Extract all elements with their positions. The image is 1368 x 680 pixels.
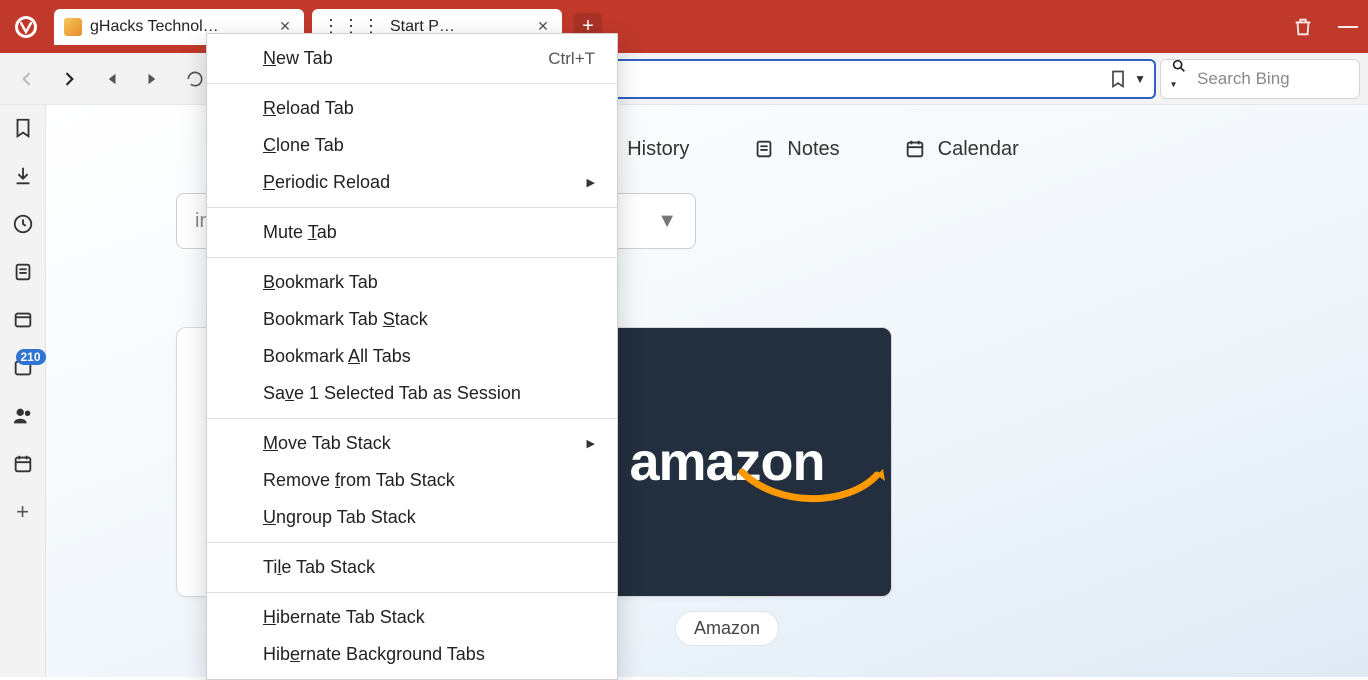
menu-ungroup-stack[interactable]: Ungroup Tab Stack — [207, 499, 617, 536]
nav-calendar[interactable]: Calendar — [904, 138, 1019, 161]
vivaldi-icon — [14, 15, 38, 39]
side-panel: + — [0, 105, 46, 677]
chevron-down-icon[interactable]: ▼ — [1134, 72, 1146, 86]
history-panel-icon[interactable] — [10, 211, 36, 237]
menu-clone-tab[interactable]: Clone Tab — [207, 127, 617, 164]
chevron-down-icon[interactable]: ▼ — [657, 210, 677, 233]
window-panel-icon[interactable] — [10, 307, 36, 333]
menu-bookmark-stack[interactable]: Bookmark Tab Stack — [207, 301, 617, 338]
menu-periodic-reload[interactable]: Periodic Reload — [207, 164, 617, 201]
nav-label: Calendar — [938, 138, 1019, 161]
search-engine-box[interactable]: ▾ Search Bing — [1160, 59, 1360, 99]
amazon-logo: amazon — [629, 431, 824, 493]
menu-tile-stack[interactable]: Tile Tab Stack — [207, 549, 617, 586]
trash-icon[interactable] — [1292, 16, 1314, 38]
menu-save-session[interactable]: Save 1 Selected Tab as Session — [207, 375, 617, 412]
nav-notes[interactable]: Notes — [753, 138, 839, 161]
shortcut: Ctrl+T — [548, 49, 595, 69]
downloads-panel-icon[interactable] — [10, 163, 36, 189]
back-button[interactable] — [8, 60, 46, 98]
notes-panel-icon[interactable] — [10, 259, 36, 285]
tab-context-menu: New Tab Ctrl+T Reload Tab Clone Tab Peri… — [206, 33, 618, 680]
ghacks-favicon — [64, 18, 82, 36]
menu-mute-tab[interactable]: Mute Tab — [207, 214, 617, 251]
menu-new-tab[interactable]: New Tab Ctrl+T — [207, 40, 617, 77]
menu-move-stack[interactable]: Move Tab Stack — [207, 425, 617, 462]
add-panel-button[interactable]: + — [10, 499, 36, 525]
calendar-panel-icon[interactable] — [10, 451, 36, 477]
fastforward-button[interactable] — [134, 60, 172, 98]
menu-hibernate-stack[interactable]: Hibernate Tab Stack — [207, 599, 617, 636]
contacts-panel-icon[interactable] — [10, 403, 36, 429]
bookmark-icon[interactable] — [1108, 69, 1128, 89]
menu-bookmark-all[interactable]: Bookmark All Tabs — [207, 338, 617, 375]
forward-button[interactable] — [50, 60, 88, 98]
card-label: Amazon — [675, 611, 779, 646]
nav-label: Notes — [787, 138, 839, 161]
vivaldi-logo[interactable] — [8, 9, 44, 45]
bookmarks-panel-icon[interactable] — [10, 115, 36, 141]
menu-reload-tab[interactable]: Reload Tab — [207, 90, 617, 127]
feeds-panel-icon[interactable] — [10, 355, 36, 381]
nav-label: History — [627, 138, 689, 161]
search-placeholder: Search Bing — [1197, 69, 1290, 89]
window-minimize-button[interactable] — [1338, 26, 1358, 28]
menu-hibernate-bg[interactable]: Hibernate Background Tabs — [207, 636, 617, 673]
rewind-button[interactable] — [92, 60, 130, 98]
menu-remove-from-stack[interactable]: Remove from Tab Stack — [207, 462, 617, 499]
menu-bookmark-tab[interactable]: Bookmark Tab — [207, 264, 617, 301]
search-icon: ▾ — [1171, 58, 1189, 99]
